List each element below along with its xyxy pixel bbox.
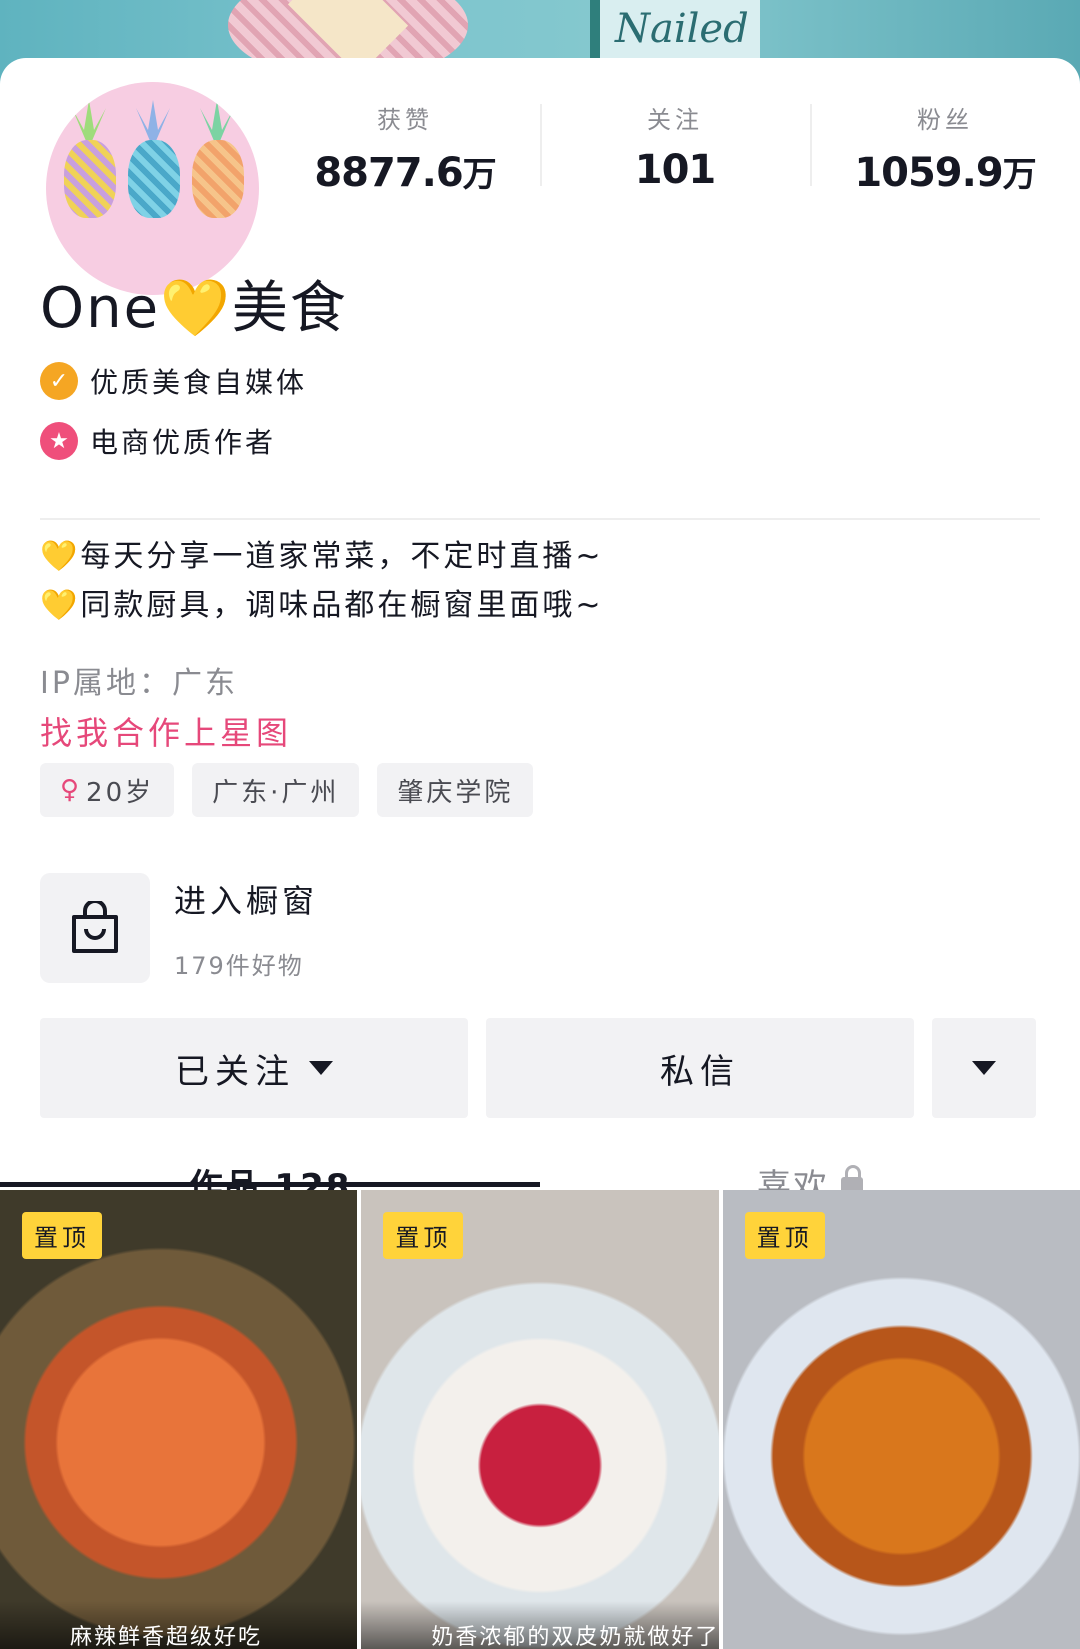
stat-value: 8877.6万	[314, 150, 496, 196]
stat-value: 1059.9万	[854, 150, 1036, 196]
bio-line: 💛每天分享一道家常菜，不定时直播~	[40, 539, 604, 574]
ip-location: IP属地：广东	[40, 666, 238, 701]
profile-stats: 获赞 8877.6万 关注 101 粉丝 1059.9万	[270, 78, 1080, 198]
more-dropdown-button[interactable]	[932, 1018, 1036, 1118]
shop-title: 进入橱窗	[174, 881, 319, 920]
shopping-bag-icon	[40, 873, 150, 983]
video-grid: 置顶 麻辣鲜香超级好吃 置顶 奶香浓郁的双皮奶就做好了 置顶	[0, 1190, 1080, 1649]
stat-followers[interactable]: 粉丝 1059.9万	[810, 78, 1080, 198]
tag-age: ♀ 20岁	[40, 763, 175, 817]
pinned-badge: 置顶	[22, 1212, 102, 1259]
badge-ecommerce-author[interactable]: ★ 电商优质作者	[40, 421, 276, 461]
stat-following[interactable]: 关注 101	[540, 78, 810, 198]
tag-text: 广东·广州	[212, 777, 340, 808]
pineapple-orange	[192, 140, 244, 218]
action-buttons: 已关注 私信	[40, 1018, 1036, 1118]
shop-window-entry[interactable]: 进入橱窗 179件好物	[40, 873, 318, 983]
stat-value: 101	[634, 147, 716, 193]
female-icon: ♀	[60, 775, 83, 805]
pinned-badge: 置顶	[383, 1212, 464, 1259]
pineapple-yellow	[64, 140, 116, 218]
badge-text: 电商优质作者	[90, 426, 277, 459]
pinned-badge: 置顶	[744, 1212, 825, 1259]
star-icon: ★	[40, 422, 78, 460]
pineapple-blue	[128, 140, 180, 218]
badge-quality-media[interactable]: ✓ 优质美食自媒体	[40, 361, 307, 401]
check-icon: ✓	[40, 362, 78, 400]
tag-location: 广东·广州	[192, 763, 360, 817]
following-button[interactable]: 已关注	[40, 1018, 468, 1118]
stat-label: 关注	[647, 106, 703, 134]
stat-likes[interactable]: 获赞 8877.6万	[270, 78, 540, 198]
badge-text: 优质美食自媒体	[90, 366, 308, 399]
shop-subtitle: 179件好物	[174, 951, 304, 980]
stat-label: 粉丝	[917, 106, 973, 134]
profile-tags: ♀ 20岁 广东·广州 肇庆学院	[40, 763, 534, 817]
following-label: 已关注	[175, 1051, 295, 1092]
video-caption: 麻辣鲜香超级好吃	[0, 1601, 358, 1649]
cover-book-text: Nailed	[615, 6, 749, 52]
bio-line: 💛同款厨具，调味品都在橱窗里面哦~	[40, 588, 604, 623]
cooperation-link[interactable]: 找我合作上星图	[40, 708, 292, 754]
video-thumbnail[interactable]: 置顶 麻辣鲜香超级好吃	[0, 1190, 358, 1649]
caret-down-icon	[309, 1061, 333, 1075]
video-thumbnail[interactable]: 置顶 奶香浓郁的双皮奶就做好了	[361, 1190, 719, 1649]
stat-label: 获赞	[377, 106, 433, 134]
divider	[40, 518, 1040, 520]
message-button[interactable]: 私信	[486, 1018, 914, 1118]
tab-indicator	[0, 1182, 540, 1187]
video-caption: 奶香浓郁的双皮奶就做好了	[361, 1601, 719, 1649]
tag-school: 肇庆学院	[377, 763, 534, 817]
message-label: 私信	[660, 1051, 740, 1092]
tag-text: 20岁	[86, 777, 155, 808]
nickname: One💛美食	[40, 276, 348, 341]
video-thumbnail[interactable]: 置顶	[722, 1190, 1080, 1649]
caret-down-icon	[972, 1061, 996, 1075]
tag-text: 肇庆学院	[397, 777, 514, 808]
